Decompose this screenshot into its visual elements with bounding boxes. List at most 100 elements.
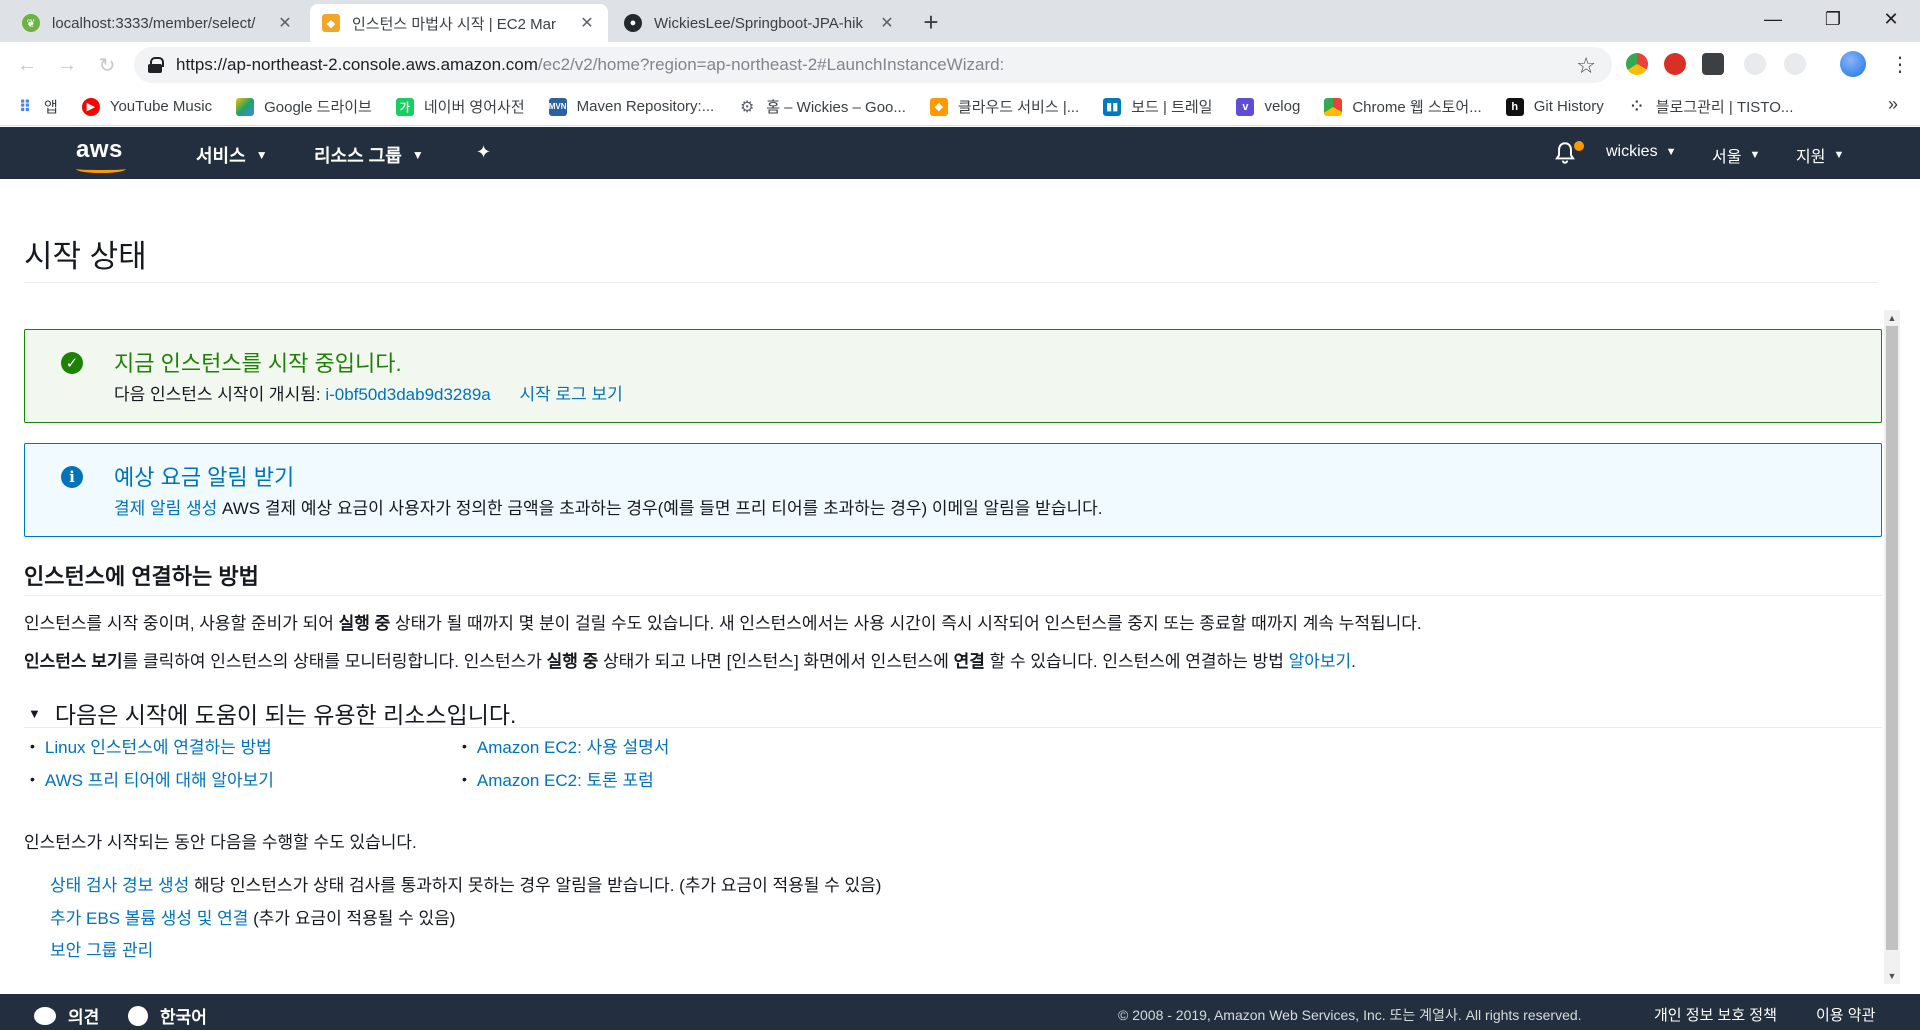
url-host: https://ap-northeast-2.console.aws.amazo…	[176, 55, 538, 74]
gear-icon: ⚙	[740, 98, 755, 116]
feedback-button[interactable]: 의견	[34, 1003, 99, 1028]
bookmark-star-icon[interactable]: ☆	[1576, 53, 1596, 79]
more-bookmarks-icon[interactable]: »	[1888, 94, 1898, 115]
bookmark-item[interactable]: 가 네이버 영어사전	[395, 96, 525, 117]
profile-avatar[interactable]	[1840, 51, 1866, 77]
resource-link[interactable]: Amazon EC2: 토론 포럼	[477, 766, 654, 791]
text: 해당 인스턴스가 상태 검사를 통과하지 못하는 경우 알림을 받습니다. (추…	[189, 876, 882, 895]
velog-icon: v	[1236, 97, 1255, 116]
github-icon: ●	[624, 14, 642, 32]
create-status-check-alarm-link[interactable]: 상태 검사 경보 생성	[50, 876, 189, 895]
create-billing-alert-link[interactable]: 결제 알림 생성	[114, 499, 217, 518]
bookmark-item[interactable]: ⁘ 블로그관리 | TISTO...	[1628, 96, 1794, 117]
region-label: 서울	[1712, 149, 1742, 166]
divider	[24, 595, 1882, 596]
aws-console-header: aws 서비스 ▼ 리소스 그룹 ▼ ✦ wickies ▼ 서울 ▼ 지원 ▼	[0, 127, 1920, 179]
minimize-button[interactable]: —	[1744, 0, 1802, 38]
maven-icon: MVN	[548, 97, 567, 116]
adblock-icon[interactable]	[1664, 53, 1686, 75]
while-launching-item: 상태 검사 경보 생성 해당 인스턴스가 상태 검사를 통과하지 못하는 경우 …	[50, 871, 881, 896]
bookmark-item[interactable]: ⠿ 앱	[16, 96, 58, 117]
support-menu[interactable]: 지원 ▼	[1796, 143, 1844, 167]
bookmark-label: velog	[1264, 98, 1301, 115]
support-label: 지원	[1796, 149, 1826, 166]
resources-section-toggle[interactable]: ▼ 다음은 시작에 도움이 되는 유용한 리소스입니다.	[28, 696, 516, 730]
scroll-down-arrow-icon[interactable]: ▼	[1884, 968, 1900, 984]
info-heading: 예상 요금 알림 받기	[114, 465, 295, 490]
bookmark-item[interactable]: Chrome 웹 스토어...	[1324, 96, 1482, 117]
bookmark-item[interactable]: Google 드라이브	[236, 96, 372, 117]
user-menu[interactable]: wickies ▼	[1606, 143, 1676, 161]
text: 상태가 될 때까지 몇 분이 걸릴 수도 있습니다. 새 인스턴스에서는 사용 …	[390, 614, 1422, 633]
bookmark-item[interactable]: ⚙ 홈 – Wickies – Goo...	[738, 96, 906, 117]
view-launch-log-link[interactable]: 시작 로그 보기	[519, 385, 622, 404]
connect-paragraph-2: 인스턴스 보기를 클릭하여 인스턴스의 상태를 모니터링합니다. 인스턴스가 실…	[24, 647, 1356, 672]
bookmark-item[interactable]: ◆ 클라우드 서비스 |...	[929, 96, 1079, 117]
resource-link-item[interactable]: • Amazon EC2: 사용 설명서	[462, 733, 669, 758]
language-label: 한국어	[160, 1008, 207, 1027]
instance-id-link[interactable]: i-0bf50d3dab9d3289a	[325, 385, 490, 404]
bookmark-item[interactable]: ▶ YouTube Music	[81, 97, 212, 116]
resource-link[interactable]: AWS 프리 티어에 대해 알아보기	[45, 766, 274, 791]
manage-security-groups-link[interactable]: 보안 그룹 관리	[50, 941, 153, 960]
resource-groups-menu[interactable]: 리소스 그룹 ▼	[314, 142, 424, 168]
forward-arrow-icon[interactable]: →	[52, 50, 82, 80]
url-path: /ec2/v2/home?region=ap-northeast-2#Launc…	[537, 55, 1005, 74]
bullet: •	[462, 770, 467, 787]
close-icon[interactable]: ✕	[878, 13, 896, 33]
bookmark-item[interactable]: v velog	[1236, 97, 1301, 116]
bookmark-item[interactable]: MVN Maven Repository:...	[548, 97, 714, 116]
new-tab-button[interactable]: +	[916, 7, 946, 37]
resource-link-item[interactable]: • Linux 인스턴스에 연결하는 방법	[30, 733, 272, 758]
services-menu[interactable]: 서비스 ▼	[196, 142, 268, 168]
menu-kebab-icon[interactable]: ⋮	[1890, 52, 1910, 77]
reload-icon[interactable]: ↻	[92, 50, 122, 80]
scrollbar-thumb[interactable]	[1886, 326, 1898, 950]
resource-link-item[interactable]: • Amazon EC2: 토론 포럼	[462, 766, 654, 791]
extension-icon[interactable]	[1744, 53, 1766, 75]
privacy-policy-link[interactable]: 개인 정보 보호 정책	[1654, 1004, 1777, 1025]
tab-label: localhost:3333/member/select/	[52, 14, 256, 32]
terms-link[interactable]: 이용 약관	[1816, 1004, 1875, 1025]
close-icon[interactable]: ✕	[578, 13, 596, 33]
language-button[interactable]: 한국어	[128, 1003, 207, 1028]
info-alert: i 예상 요금 알림 받기 결제 알림 생성 AWS 결제 예상 요금이 사용자…	[24, 443, 1882, 537]
browser-tab[interactable]: ❦ localhost:3333/member/select/ ✕	[10, 4, 306, 42]
info-icon: i	[61, 466, 83, 488]
resource-link[interactable]: Amazon EC2: 사용 설명서	[477, 733, 670, 758]
address-bar[interactable]: https://ap-northeast-2.console.aws.amazo…	[134, 47, 1612, 83]
user-label: wickies	[1606, 143, 1658, 160]
bookmark-label: 앱	[44, 99, 58, 116]
resource-link-item[interactable]: • AWS 프리 티어에 대해 알아보기	[30, 766, 274, 791]
bookmark-item[interactable]: h Git History	[1505, 97, 1604, 116]
learn-more-link[interactable]: 알아보기	[1289, 652, 1352, 671]
resource-link[interactable]: Linux 인스턴스에 연결하는 방법	[45, 733, 272, 758]
pin-icon[interactable]: ✦	[476, 142, 491, 163]
back-arrow-icon[interactable]: ←	[12, 50, 42, 80]
extension-icon[interactable]	[1784, 53, 1806, 75]
browser-tab[interactable]: ● WickiesLee/Springboot-JPA-hik ✕	[612, 4, 908, 42]
browser-tab-active[interactable]: ◆ 인스턴스 마법사 시작 | EC2 Mar ✕	[310, 4, 608, 42]
section-title-connect: 인스턴스에 연결하는 방법	[24, 564, 259, 589]
create-ebs-volume-link[interactable]: 추가 EBS 볼륨 생성 및 연결	[50, 909, 248, 928]
region-menu[interactable]: 서울 ▼	[1712, 143, 1760, 167]
bullet: •	[462, 737, 467, 754]
scroll-up-arrow-icon[interactable]: ▲	[1884, 310, 1900, 326]
close-window-button[interactable]: ✕	[1862, 0, 1920, 38]
extension-icon[interactable]	[1702, 53, 1724, 75]
spring-leaf-icon: ❦	[22, 14, 40, 32]
bookmark-label: 홈 – Wickies – Goo...	[766, 99, 906, 116]
extension-icon[interactable]	[1626, 53, 1648, 75]
close-icon[interactable]: ✕	[276, 13, 294, 33]
bookmark-item[interactable]: ▮▮ 보드 | 트레일	[1103, 96, 1212, 117]
aws-logo[interactable]: aws	[76, 136, 123, 164]
apps-grid-icon: ⠿	[18, 98, 32, 116]
bookmark-label: 네이버 영어사전	[423, 99, 525, 116]
speech-bubble-icon	[34, 1006, 56, 1025]
text: 인스턴스를 시작 중이며, 사용할 준비가 되어	[24, 614, 339, 633]
bold-text: 연결	[953, 652, 985, 671]
while-launching-intro: 인스턴스가 시작되는 동안 다음을 수행할 수도 있습니다.	[24, 833, 417, 852]
maximize-button[interactable]: ❐	[1804, 0, 1862, 38]
connect-paragraph-1: 인스턴스를 시작 중이며, 사용할 준비가 되어 실행 중 상태가 될 때까지 …	[24, 609, 1422, 634]
lock-icon	[148, 57, 164, 73]
